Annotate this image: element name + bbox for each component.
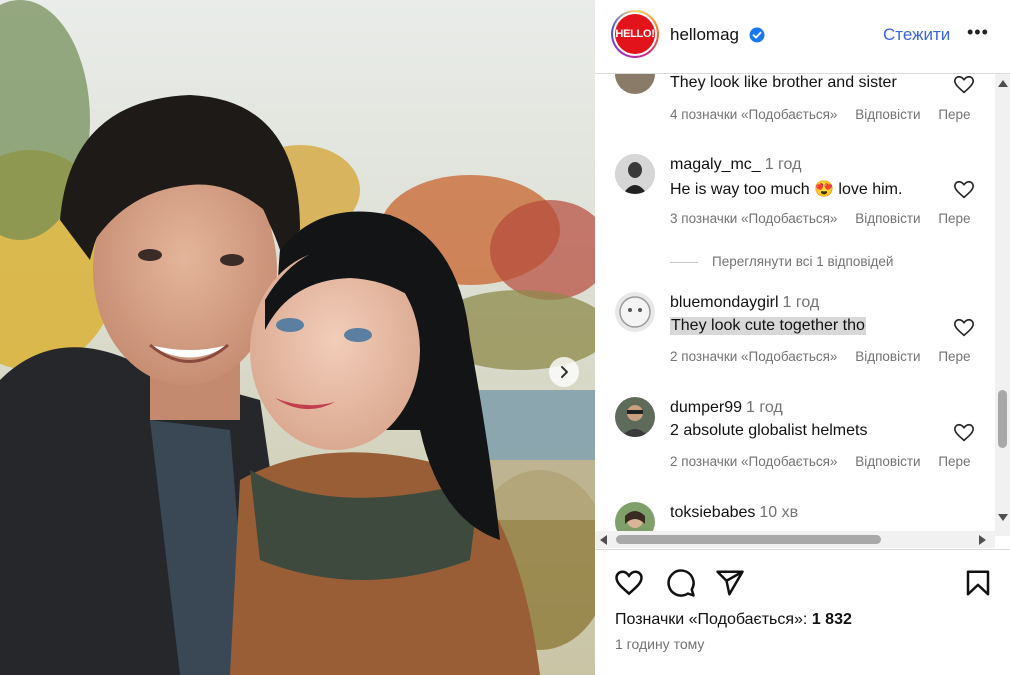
follow-button[interactable]: Стежити xyxy=(883,25,950,45)
translate-button[interactable]: Пере xyxy=(938,211,970,226)
comment-username[interactable]: bluemondaygirl xyxy=(670,294,779,311)
selfie-photo xyxy=(0,0,595,675)
comment-time: 10 хв xyxy=(759,504,799,521)
likes-count: 1 832 xyxy=(811,611,852,628)
scroll-right-arrow[interactable] xyxy=(979,535,986,545)
reply-button[interactable]: Відповісти xyxy=(855,107,920,122)
comment-likes-count[interactable]: 2 позначки «Подобається» xyxy=(670,454,837,469)
comment-bubble-icon[interactable] xyxy=(666,568,696,598)
comment-username[interactable]: dumper99 xyxy=(670,399,742,416)
avatar[interactable]: HELLO! xyxy=(611,10,659,58)
heart-icon[interactable] xyxy=(953,317,975,339)
post-photo[interactable] xyxy=(0,0,595,675)
likes-summary[interactable]: Позначки «Подобається»: 1 832 xyxy=(615,611,852,629)
scroll-up-arrow[interactable] xyxy=(998,80,1008,87)
comments-list[interactable]: They look like brother and sister 4 позн… xyxy=(595,74,995,536)
comment-likes-count[interactable]: 2 позначки «Подобається» xyxy=(670,349,837,364)
avatar-image xyxy=(615,154,655,194)
comment-time: 1 год xyxy=(764,156,802,173)
likes-label: Позначки «Подобається»: xyxy=(615,611,808,628)
scroll-down-arrow[interactable] xyxy=(998,514,1008,521)
post-username[interactable]: hellomag xyxy=(670,25,739,45)
reply-button[interactable]: Відповісти xyxy=(855,349,920,364)
hello-logo: HELLO! xyxy=(615,14,655,54)
commenter-avatar[interactable] xyxy=(615,74,655,94)
translate-button[interactable]: Пере xyxy=(938,454,970,469)
comment-text: He is way too much 😍 love him. xyxy=(670,181,903,198)
replies-divider xyxy=(670,261,698,263)
scroll-left-arrow[interactable] xyxy=(600,535,607,545)
comment-time: 1 год xyxy=(746,399,783,416)
reply-button[interactable]: Відповісти xyxy=(855,211,920,226)
avatar-image xyxy=(615,292,655,332)
vertical-scrollbar[interactable] xyxy=(995,74,1010,536)
scroll-thumb[interactable] xyxy=(616,535,881,544)
comment-time: 1 год xyxy=(782,294,820,311)
commenter-avatar[interactable] xyxy=(615,292,655,332)
view-replies-button[interactable]: Переглянути всі 1 відповідей xyxy=(670,254,893,269)
comment-username[interactable]: magaly_mc_ xyxy=(670,156,761,173)
comment-text: 2 absolute globalist helmets xyxy=(670,422,868,439)
comment-text: They look cute together tho xyxy=(670,317,866,335)
heart-icon[interactable] xyxy=(953,179,975,201)
bookmark-icon[interactable] xyxy=(963,568,993,598)
next-photo-button[interactable] xyxy=(549,357,579,387)
horizontal-scrollbar[interactable] xyxy=(595,531,995,548)
heart-icon[interactable] xyxy=(953,74,975,96)
heart-icon[interactable] xyxy=(614,568,644,598)
comment-username[interactable]: toksiebabes xyxy=(670,504,755,521)
paper-plane-icon[interactable] xyxy=(715,568,745,598)
divider xyxy=(595,549,1010,550)
reply-button[interactable]: Відповісти xyxy=(855,454,920,469)
avatar-image xyxy=(615,397,655,437)
comment-likes-count[interactable]: 4 позначки «Подобається» xyxy=(670,107,837,122)
translate-button[interactable]: Пере xyxy=(938,349,970,364)
heart-icon[interactable] xyxy=(953,422,975,444)
comment-likes-count[interactable]: 3 позначки «Подобається» xyxy=(670,211,837,226)
post-time: 1 годину тому xyxy=(615,636,705,652)
commenter-avatar[interactable] xyxy=(615,397,655,437)
scroll-thumb[interactable] xyxy=(998,390,1007,448)
chevron-right-icon xyxy=(561,366,568,378)
post-sidebar: HELLO! hellomag Стежити ••• They look li… xyxy=(595,0,1010,675)
post-header: HELLO! hellomag Стежити ••• xyxy=(595,0,1010,74)
comment-text: They look like brother and sister xyxy=(670,74,897,91)
verified-badge-icon xyxy=(749,27,765,43)
more-options-button[interactable]: ••• xyxy=(967,22,989,43)
translate-button[interactable]: Пере xyxy=(938,107,970,122)
commenter-avatar[interactable] xyxy=(615,154,655,194)
